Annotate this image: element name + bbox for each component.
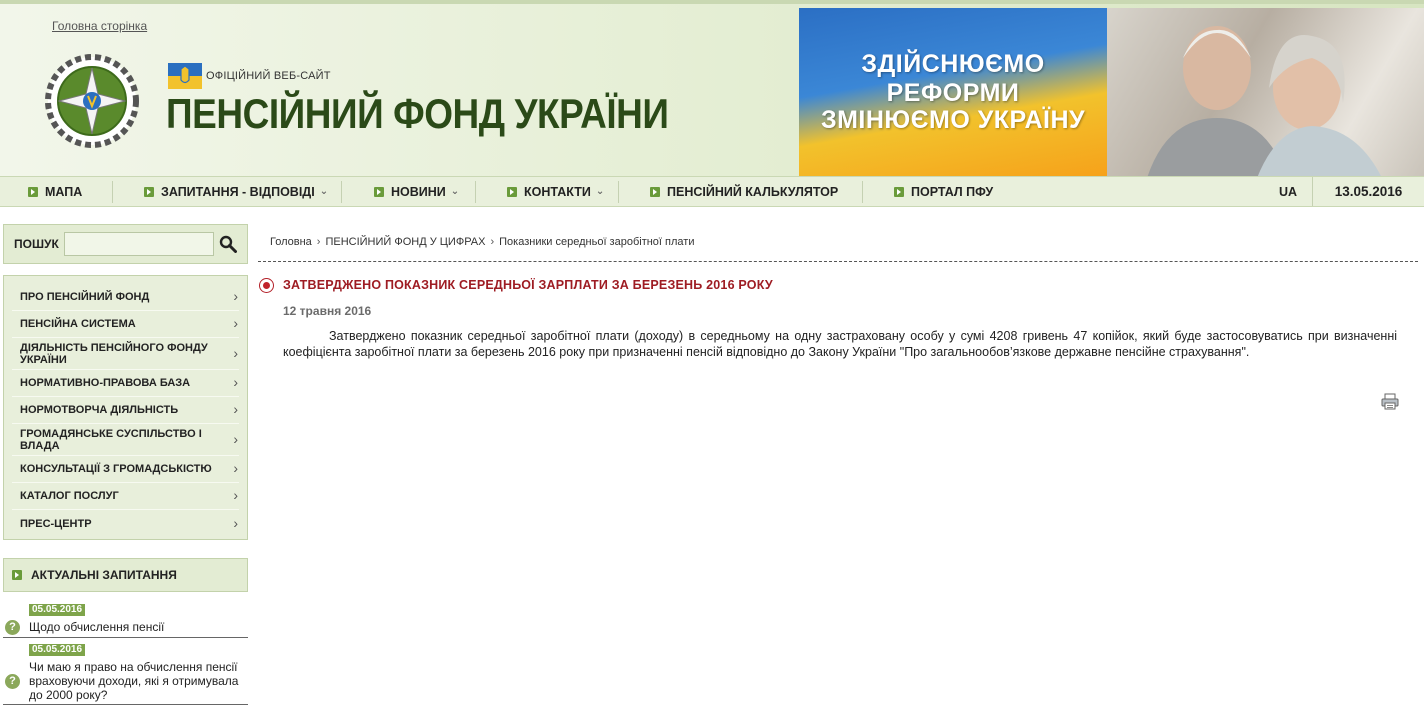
sidebar-item-consultations[interactable]: КОНСУЛЬТАЦІЇ З ГРОМАДСЬКІСТЮ › <box>12 456 239 483</box>
nav-bullet-icon <box>144 186 154 197</box>
sidebar-item-label: ДІЯЛЬНІСТЬ ПЕНСІЙНОГО ФОНДУ УКРАЇНИ <box>20 341 208 366</box>
chevron-right-icon: › <box>233 288 238 304</box>
nav-item-label: ПЕНСІЙНИЙ КАЛЬКУЛЯТОР <box>667 184 839 199</box>
sidebar-item-label: ПЕНСІЙНА СИСТЕМА <box>20 318 136 330</box>
chevron-down-icon: ⌄ <box>595 186 605 197</box>
nav-item-news[interactable]: НОВИНИ ⌄ <box>374 177 459 206</box>
nav-divider <box>112 181 113 203</box>
print-icon[interactable] <box>1381 393 1399 410</box>
chevron-right-icon: › <box>233 430 238 447</box>
sidebar-item-label: НОРМОТВОРЧА ДІЯЛЬНІСТЬ <box>20 404 179 416</box>
nav-divider <box>862 181 863 203</box>
official-website-text: ОФІЦІЙНИЙ ВЕБ-САЙТ <box>206 70 331 82</box>
nav-bullet-icon <box>894 186 904 197</box>
sidebar-item-activity[interactable]: ДІЯЛЬНІСТЬ ПЕНСІЙНОГО ФОНДУ УКРАЇНИ › <box>12 338 239 370</box>
chevron-down-icon: ⌄ <box>319 186 329 197</box>
nav-divider <box>341 181 342 203</box>
nav-bullet-icon <box>507 186 517 197</box>
nav-divider <box>475 181 476 203</box>
home-page-link[interactable]: Головна сторінка <box>52 19 147 33</box>
actual-questions-title: АКТУАЛЬНІ ЗАПИТАННЯ <box>31 568 177 582</box>
nav-item-label: ПОРТАЛ ПФУ <box>911 184 994 199</box>
nav-bullet-icon <box>650 186 660 197</box>
chevron-right-icon: › <box>233 344 238 361</box>
question-divider <box>3 704 248 705</box>
sidebar-item-label: ПРЕС-ЦЕНТР <box>20 517 92 530</box>
breadcrumb-separator-icon: › <box>490 236 495 248</box>
section-bullet-icon <box>12 570 22 580</box>
actual-questions-heading: АКТУАЛЬНІ ЗАПИТАННЯ <box>3 558 248 592</box>
chevron-down-icon: ⌄ <box>450 186 460 197</box>
chevron-right-icon: › <box>233 514 238 531</box>
breadcrumb-home[interactable]: Головна <box>270 236 312 248</box>
site-title[interactable]: ПЕНСІЙНИЙ ФОНД УКРАЇНИ <box>166 90 669 138</box>
question-mark-icon: ? <box>5 674 20 689</box>
nav-item-map[interactable]: МАПА <box>28 177 82 206</box>
sidebar-item-pension-system[interactable]: ПЕНСІЙНА СИСТЕМА › <box>12 311 239 338</box>
breadcrumb-current: Показники середньої заробітної плати <box>499 236 695 248</box>
search-box: ПОШУК <box>3 224 248 264</box>
sidebar-item-label: ГРОМАДЯНСЬКЕ СУСПІЛЬСТВО І ВЛАДА <box>20 427 202 452</box>
article-date: 12 травня 2016 <box>283 304 372 318</box>
article-body: Затверджено показник середньої заробітно… <box>283 329 1397 359</box>
breadcrumb-separator-icon: › <box>316 236 321 248</box>
nav-item-label: КОНТАКТИ <box>524 184 591 199</box>
sidebar-item-legal-base[interactable]: НОРМАТИВНО-ПРАВОВА БАЗА › <box>12 370 239 397</box>
nav-bullet-icon <box>28 186 38 197</box>
sidebar-item-label: КАТАЛОГ ПОСЛУГ <box>20 490 119 502</box>
question-divider <box>3 637 248 638</box>
pension-fund-logo-icon[interactable] <box>45 54 139 148</box>
question-link[interactable]: Щодо обчислення пенсії <box>29 620 241 634</box>
sidebar-menu: ПРО ПЕНСІЙНИЙ ФОНД › ПЕНСІЙНА СИСТЕМА › ДІ… <box>3 275 248 540</box>
chevron-right-icon: › <box>233 315 238 331</box>
nav-item-portal[interactable]: ПОРТАЛ ПФУ <box>894 177 993 206</box>
nav-item-label: МАПА <box>45 184 83 199</box>
chevron-right-icon: › <box>233 487 238 503</box>
site-header: Головна сторінка ОФІЦІЙНИЙ ВЕБ-САЙТ ПЕНС… <box>0 0 1424 178</box>
article-title: ЗАТВЕРДЖЕНО ПОКАЗНИК СЕРЕДНЬОЇ ЗАРПЛАТИ … <box>283 278 773 292</box>
sidebar-item-label: НОРМАТИВНО-ПРАВОВА БАЗА <box>20 377 191 389</box>
nav-divider <box>618 181 619 203</box>
nav-item-contacts[interactable]: КОНТАКТИ ⌄ <box>507 177 604 206</box>
sidebar-item-services-catalog[interactable]: КАТАЛОГ ПОСЛУГ › <box>12 483 239 510</box>
current-date: 13.05.2016 <box>1312 177 1424 206</box>
article-bullet-icon <box>259 278 274 293</box>
nav-item-label: ЗАПИТАННЯ - ВІДПОВІДІ <box>161 184 315 199</box>
question-mark-icon: ? <box>5 620 20 635</box>
breadcrumb: Головна › ПЕНСІЙНИЙ ФОНД У ЦИФРАХ › Показник… <box>270 236 694 248</box>
question-date: 05.05.2016 <box>29 644 86 656</box>
chevron-right-icon: › <box>233 374 238 390</box>
nav-item-pension-calculator[interactable]: ПЕНСІЙНИЙ КАЛЬКУЛЯТОР <box>650 177 838 206</box>
search-icon[interactable] <box>219 235 237 253</box>
coat-of-arms-flag-icon <box>168 63 202 89</box>
search-label: ПОШУК <box>14 237 59 251</box>
chevron-right-icon: › <box>233 460 238 476</box>
sidebar-item-rulemaking[interactable]: НОРМОТВОРЧА ДІЯЛЬНІСТЬ › <box>12 397 239 424</box>
nav-item-label: НОВИНИ <box>391 184 446 199</box>
question-link[interactable]: Чи маю я право на обчислення пенсії врах… <box>29 660 241 702</box>
banner-photo <box>1107 8 1424 178</box>
chevron-right-icon: › <box>233 401 238 417</box>
nav-bullet-icon <box>374 186 384 197</box>
nav-item-faq[interactable]: ЗАПИТАННЯ - ВІДПОВІДІ ⌄ <box>144 177 328 206</box>
sidebar-item-label: ПРО ПЕНСІЙНИЙ ФОНД <box>20 291 150 303</box>
search-input[interactable] <box>64 232 214 256</box>
content-divider <box>258 261 1418 262</box>
main-navigation: МАПА ЗАПИТАННЯ - ВІДПОВІДІ ⌄ НОВИНИ ⌄ КО… <box>0 176 1424 207</box>
sidebar-item-label: КОНСУЛЬТАЦІЇ З ГРОМАДСЬКІСТЮ <box>20 463 212 475</box>
sidebar-item-civil-society[interactable]: ГРОМАДЯНСЬКЕ СУСПІЛЬСТВО І ВЛАДА › <box>12 424 239 456</box>
question-date: 05.05.2016 <box>29 604 86 616</box>
language-switch[interactable]: UA <box>1266 177 1310 206</box>
breadcrumb-section[interactable]: ПЕНСІЙНИЙ ФОНД У ЦИФРАХ <box>325 236 485 248</box>
reforms-banner[interactable]: ЗДІЙСНЮЄМО РЕФОРМИ ЗМІНЮЄМО УКРАЇНУ <box>799 8 1424 178</box>
banner-line-changing-ukraine: ЗМІНЮЄМО УКРАЇНУ <box>820 106 1086 134</box>
banner-line-reforms: ЗДІЙСНЮЄМО РЕФОРМИ <box>861 50 1045 107</box>
sidebar-item-about[interactable]: ПРО ПЕНСІЙНИЙ ФОНД › <box>12 284 239 311</box>
elderly-couple-image-icon <box>1147 26 1382 178</box>
official-website-label: ОФІЦІЙНИЙ ВЕБ-САЙТ <box>168 62 331 90</box>
sidebar-item-press-center[interactable]: ПРЕС-ЦЕНТР › <box>12 510 239 537</box>
